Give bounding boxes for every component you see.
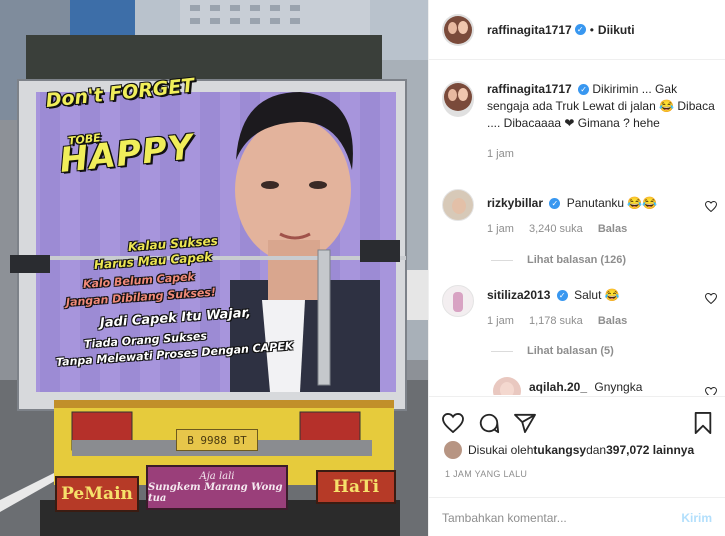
comments-list[interactable]: raffinagita1717 ✓ Dikirimin ... Gak seng…: [429, 61, 725, 395]
post-photo: Don't FORGET TOBE HAPPY Kalau Sukses Har…: [0, 0, 428, 536]
bumper-mid-bottom: Sungkem Marang Wong tua: [148, 482, 283, 504]
liked-by-user[interactable]: tukangsy: [533, 443, 586, 457]
comment-username[interactable]: sitiliza2013: [487, 288, 550, 302]
post-header: raffinagita1717 ✓ • Diikuti: [429, 0, 725, 60]
avatar[interactable]: [442, 285, 474, 317]
post-sidebar: raffinagita1717 ✓ • Diikuti raffinagita1…: [428, 0, 725, 536]
view-replies-label[interactable]: Lihat balasan (126): [527, 254, 626, 266]
verified-icon: ✓: [549, 198, 561, 210]
bumper-sign-left: PeMain: [55, 476, 139, 512]
comment-item: sitiliza2013 ✓ Salut 😂 1 jam 1,178 suka …: [442, 285, 717, 330]
header-separator: •: [589, 22, 594, 37]
heart-icon[interactable]: [705, 293, 717, 304]
view-replies-button[interactable]: Lihat balasan (5): [491, 345, 614, 357]
license-plate: B 9988 BT: [176, 429, 258, 451]
liked-by: Disukai oleh tukangsy dan 397,072 lainny…: [444, 441, 694, 459]
view-replies-button[interactable]: Lihat balasan (126): [491, 254, 626, 266]
post-timestamp[interactable]: 1 JAM YANG LALU: [445, 469, 527, 479]
comment-body: rizkybillar ✓ Panutanku 😂😂 1 jam 3,240 s…: [487, 195, 657, 238]
action-icons: [429, 397, 725, 439]
replies-divider: [491, 350, 513, 352]
comment-time[interactable]: 1 jam: [487, 315, 514, 327]
liked-by-prefix: Disukai oleh: [468, 443, 534, 457]
verified-icon: ✓: [578, 84, 590, 96]
header-username[interactable]: raffinagita1717: [487, 23, 572, 37]
send-button[interactable]: Kirim: [681, 511, 712, 525]
follow-status-button[interactable]: Diikuti: [598, 23, 635, 37]
add-comment-bar: Kirim: [429, 497, 725, 536]
post-actions: Disukai oleh tukangsy dan 397,072 lainny…: [429, 396, 725, 536]
comment-icon[interactable]: [478, 412, 500, 434]
reply-button[interactable]: Balas: [598, 223, 627, 235]
comment-text: Gnyngka: [594, 380, 643, 394]
comment-likes[interactable]: 1,178 suka: [529, 315, 583, 327]
view-replies-label[interactable]: Lihat balasan (5): [527, 345, 614, 357]
verified-icon: ✓: [574, 24, 586, 35]
bumper-sign-right: HaTi: [316, 470, 396, 504]
liked-by-middle: dan: [586, 443, 607, 457]
avatar[interactable]: [442, 189, 474, 221]
verified-icon: ✓: [556, 290, 568, 302]
reply-button[interactable]: Balas: [598, 315, 627, 327]
comment-text: Panutanku 😂😂: [566, 196, 658, 210]
comment-item: rizkybillar ✓ Panutanku 😂😂 1 jam 3,240 s…: [442, 189, 717, 238]
comment-item: aqilah.20_ Gnyngka: [493, 377, 717, 395]
avatar[interactable]: [442, 81, 474, 117]
avatar[interactable]: [493, 377, 521, 395]
heart-icon[interactable]: [705, 387, 717, 395]
comment-username[interactable]: aqilah.20_: [529, 380, 587, 394]
comment-likes[interactable]: 3,240 suka: [529, 223, 583, 235]
comment-body: aqilah.20_ Gnyngka: [529, 379, 642, 395]
caption-time[interactable]: 1 jam: [487, 148, 514, 160]
avatar[interactable]: [444, 441, 462, 459]
liked-by-count[interactable]: 397,072 lainnya: [606, 443, 694, 457]
caption-body: raffinagita1717 ✓ Dikirimin ... Gak seng…: [487, 81, 717, 163]
caption-username[interactable]: raffinagita1717: [487, 82, 572, 96]
avatar[interactable]: [442, 13, 474, 46]
comment-time[interactable]: 1 jam: [487, 223, 514, 235]
comment-username[interactable]: rizkybillar: [487, 196, 543, 210]
comment-text: Salut 😂: [574, 288, 620, 302]
caption: raffinagita1717 ✓ Dikirimin ... Gak seng…: [442, 81, 717, 163]
truck-scene: [0, 0, 428, 536]
bumper-mid-top: Aja lali: [199, 471, 235, 482]
caption-meta: 1 jam: [487, 146, 717, 163]
comment-body: sitiliza2013 ✓ Salut 😂 1 jam 1,178 suka …: [487, 287, 639, 330]
replies-divider: [491, 259, 513, 261]
share-icon[interactable]: [514, 413, 536, 433]
bumper-sign-middle: Aja lali Sungkem Marang Wong tua: [146, 465, 288, 510]
comment-input[interactable]: [442, 510, 682, 525]
heart-icon[interactable]: [705, 201, 717, 212]
comment-meta: 1 jam 1,178 suka Balas: [487, 313, 639, 330]
bookmark-icon[interactable]: [694, 412, 712, 434]
heart-icon[interactable]: [442, 413, 464, 433]
comment-meta: 1 jam 3,240 suka Balas: [487, 221, 657, 238]
